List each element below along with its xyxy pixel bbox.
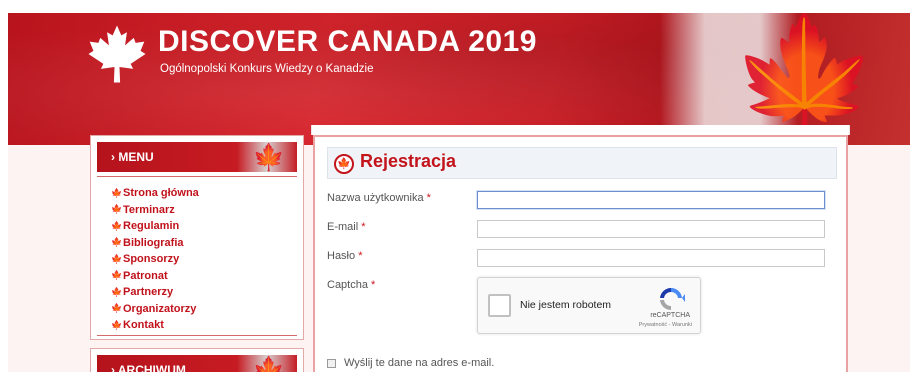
- menu-link[interactable]: Strona główna: [123, 187, 199, 199]
- maple-leaf-bullet-icon: 🍁: [111, 319, 123, 330]
- required-marker: *: [358, 250, 363, 262]
- registration-title-bar: 🍁 Rejestracja: [327, 147, 837, 179]
- username-input[interactable]: [477, 191, 825, 209]
- flag-maple-leaf-icon: 🍁: [730, 13, 880, 145]
- canada-badge-icon: 🍁: [334, 154, 354, 174]
- heading-leaf-icon: 🍁: [252, 142, 285, 172]
- recaptcha-brand: reCAPTCHA: [650, 312, 690, 319]
- menu-link[interactable]: Patronat: [123, 270, 168, 282]
- sidebar-item-terminarz[interactable]: 🍁 Terminarz: [111, 202, 199, 219]
- menu-link[interactable]: Terminarz: [123, 204, 175, 216]
- password-label-text: Hasło: [327, 250, 356, 262]
- menu-link[interactable]: Kontakt: [123, 319, 164, 331]
- maple-leaf-bullet-icon: 🍁: [111, 204, 123, 215]
- heading-leaf-icon: 🍁: [252, 355, 285, 372]
- divider: [97, 335, 297, 336]
- captcha-label-text: Captcha: [327, 279, 368, 291]
- recaptcha-logo-icon: [660, 287, 685, 311]
- recaptcha-widget: Nie jestem robotem reCAPTCHA Prywatność …: [477, 277, 701, 334]
- sidebar-menu: › MENU 🍁 🍁 Strona główna 🍁 Terminarz 🍁 Regu…: [90, 135, 304, 340]
- site-title[interactable]: DISCOVER CANADA 2019: [158, 25, 537, 59]
- captcha-label: Captcha *: [327, 279, 375, 291]
- menu-link[interactable]: Partnerzy: [123, 286, 173, 298]
- page-title: Rejestracja: [360, 151, 457, 171]
- required-marker: *: [371, 279, 376, 291]
- required-marker: *: [361, 221, 366, 233]
- sidebar-item-kontakt[interactable]: 🍁 Kontakt: [111, 317, 199, 334]
- send-copy-option[interactable]: Wyślij te dane na adres e-mail.: [327, 357, 494, 369]
- send-copy-checkbox[interactable]: [327, 358, 336, 368]
- maple-leaf-bullet-icon: 🍁: [111, 253, 123, 264]
- maple-leaf-bullet-icon: 🍁: [111, 303, 123, 314]
- sidebar-item-patronat[interactable]: 🍁 Patronat: [111, 268, 199, 285]
- menu-link[interactable]: Regulamin: [123, 220, 179, 232]
- password-label: Hasło *: [327, 250, 362, 262]
- maple-leaf-bullet-icon: 🍁: [111, 286, 123, 297]
- sidebar-archive: › ARCHIWUM 🍁: [90, 348, 304, 372]
- menu-list: 🍁 Strona główna 🍁 Terminarz 🍁 Regulamin 🍁 Bi…: [111, 185, 199, 334]
- sidebar-item-organizatorzy[interactable]: 🍁 Organizatorzy: [111, 301, 199, 318]
- password-input[interactable]: [477, 249, 825, 267]
- maple-leaf-bullet-icon: 🍁: [111, 237, 123, 248]
- menu-link[interactable]: Organizatorzy: [123, 303, 196, 315]
- menu-link[interactable]: Bibliografia: [123, 237, 184, 249]
- email-input[interactable]: [477, 220, 825, 238]
- menu-link[interactable]: Sponsorzy: [123, 253, 179, 265]
- site-subtitle: Ogólnopolski Konkurs Wiedzy o Kanadzie: [160, 63, 374, 75]
- registration-panel: 🍁 Rejestracja Nazwa użytkownika * E-mail…: [313, 135, 848, 372]
- username-label: Nazwa użytkownika *: [327, 192, 431, 204]
- divider: [97, 176, 297, 177]
- maple-leaf-icon[interactable]: [86, 23, 148, 85]
- recaptcha-checkbox[interactable]: [488, 294, 511, 317]
- archive-heading-label: › ARCHIWUM: [111, 363, 186, 372]
- menu-heading-label: › MENU: [111, 150, 154, 164]
- archive-heading[interactable]: › ARCHIWUM 🍁: [97, 355, 297, 372]
- recaptcha-links[interactable]: Prywatność - Warunki: [639, 322, 692, 328]
- main-panel-top: [311, 125, 850, 135]
- sidebar-item-regulamin[interactable]: 🍁 Regulamin: [111, 218, 199, 235]
- recaptcha-text: Nie jestem robotem: [520, 299, 612, 311]
- menu-heading: › MENU 🍁: [97, 142, 297, 172]
- maple-leaf-bullet-icon: 🍁: [111, 270, 123, 281]
- maple-leaf-bullet-icon: 🍁: [111, 220, 123, 231]
- required-marker: *: [426, 192, 431, 204]
- username-label-text: Nazwa użytkownika: [327, 192, 424, 204]
- email-label: E-mail *: [327, 221, 366, 233]
- sidebar-item-partnerzy[interactable]: 🍁 Partnerzy: [111, 284, 199, 301]
- sidebar-item-bibliografia[interactable]: 🍁 Bibliografia: [111, 235, 199, 252]
- email-label-text: E-mail: [327, 221, 359, 233]
- maple-leaf-bullet-icon: 🍁: [111, 187, 123, 198]
- send-copy-label: Wyślij te dane na adres e-mail.: [344, 357, 495, 369]
- sidebar-item-strona-glowna[interactable]: 🍁 Strona główna: [111, 185, 199, 202]
- sidebar-item-sponsorzy[interactable]: 🍁 Sponsorzy: [111, 251, 199, 268]
